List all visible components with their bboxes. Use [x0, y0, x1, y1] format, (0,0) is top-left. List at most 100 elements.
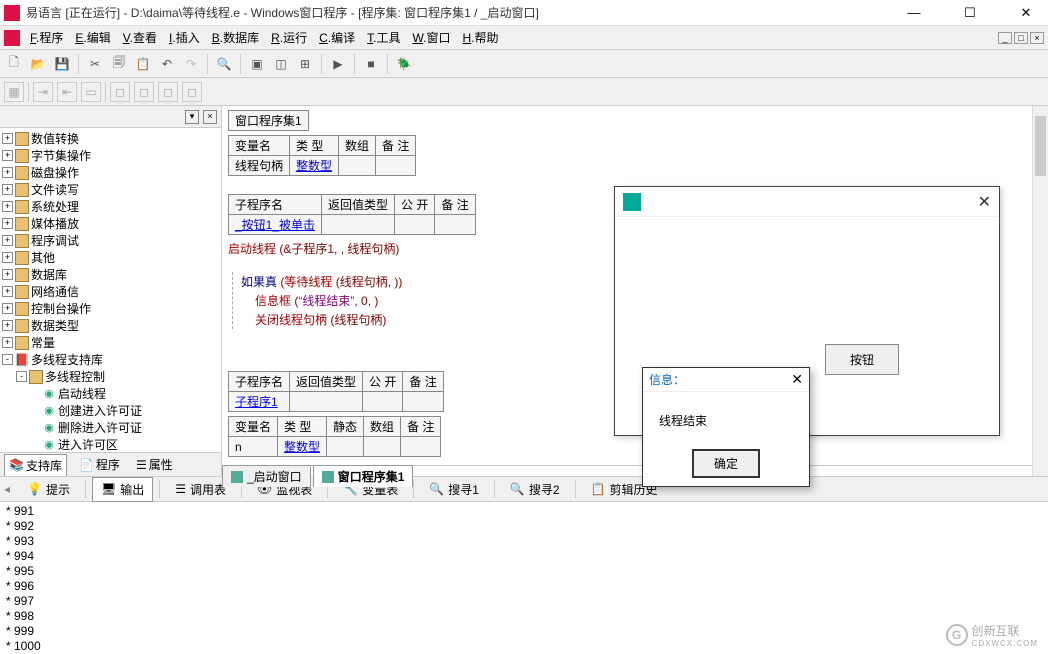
tool-d-icon[interactable]: ▭ — [81, 82, 101, 102]
tree-item-label[interactable]: 数据类型 — [31, 317, 79, 334]
menu-edit[interactable]: E.编辑 — [69, 27, 116, 48]
tool-e-icon[interactable]: ◻ — [110, 82, 130, 102]
mdi-controls[interactable]: _□× — [998, 32, 1044, 44]
expand-icon[interactable]: + — [2, 320, 13, 331]
folder-icon — [15, 336, 29, 350]
tree-item-label[interactable]: 常量 — [31, 334, 55, 351]
tree-item-label[interactable]: 数据库 — [31, 266, 67, 283]
runtime-icon — [623, 193, 641, 211]
undo-icon[interactable]: ↶ — [157, 54, 177, 74]
tree-item-label[interactable]: 数值转换 — [31, 130, 79, 147]
minimize-button[interactable]: — — [896, 5, 932, 21]
paste-icon[interactable]: 📋 — [133, 54, 153, 74]
expand-icon[interactable]: + — [2, 201, 13, 212]
test-button[interactable]: 按钮 — [825, 344, 899, 375]
tab-attributes[interactable]: ☰ 属性 — [132, 454, 177, 475]
expand-icon[interactable]: - — [2, 354, 13, 365]
tree-item-label[interactable]: 文件读写 — [31, 181, 79, 198]
tree-close-icon[interactable]: × — [203, 110, 217, 124]
tree-leaf-label[interactable]: 创建进入许可证 — [58, 402, 142, 419]
sub-link[interactable]: 子程序1 — [235, 395, 278, 409]
output-line: * 996 — [6, 579, 1042, 594]
app-icon — [4, 5, 20, 21]
tree-lib-root[interactable]: 多线程支持库 — [31, 351, 103, 368]
expand-icon[interactable]: + — [2, 337, 13, 348]
runtime-titlebar[interactable]: ✕ — [615, 187, 999, 217]
stop-icon[interactable]: ■ — [361, 54, 381, 74]
tree-item-label[interactable]: 网络通信 — [31, 283, 79, 300]
library-tree[interactable]: + 数值转换 + 字节集操作 + 磁盘操作 + 文件读写 + 系统处理 + 媒体播放 + 程序调试 + 其他 +… — [0, 128, 221, 452]
menu-insert[interactable]: I.插入 — [163, 27, 206, 48]
layout1-icon[interactable]: ▣ — [247, 54, 267, 74]
code-scrollbar[interactable] — [1032, 106, 1048, 476]
btab-tip[interactable]: 💡 提示 — [18, 477, 79, 502]
tool-a-icon[interactable]: ▦ — [4, 82, 24, 102]
tree-leaf-label[interactable]: 进入许可区 — [58, 436, 118, 452]
tree-item-label[interactable]: 媒体播放 — [31, 215, 79, 232]
tool-f-icon[interactable]: ◻ — [134, 82, 154, 102]
new-icon[interactable]: 🗋 — [4, 54, 24, 74]
expand-icon[interactable]: + — [2, 167, 13, 178]
menu-view[interactable]: V.查看 — [117, 27, 163, 48]
output-line: * 991 — [6, 504, 1042, 519]
watermark: G 创新互联 CDXWCX.COM — [946, 622, 1038, 648]
tree-item-label[interactable]: 系统处理 — [31, 198, 79, 215]
maximize-button[interactable]: ☐ — [952, 5, 988, 21]
menu-run[interactable]: R.运行 — [265, 27, 313, 48]
tab-support-lib[interactable]: 📚 支持库 — [4, 454, 67, 476]
menu-database[interactable]: B.数据库 — [206, 27, 265, 48]
expand-icon[interactable]: + — [2, 286, 13, 297]
tree-item-label[interactable]: 其他 — [31, 249, 55, 266]
cut-icon[interactable]: ✂ — [85, 54, 105, 74]
tree-lib-sub[interactable]: 多线程控制 — [45, 368, 105, 385]
menu-tools[interactable]: T.工具 — [361, 27, 406, 48]
arrow-left-icon[interactable]: ◂ — [4, 482, 10, 496]
tree-item-label[interactable]: 字节集操作 — [31, 147, 91, 164]
sub-link[interactable]: _按钮1_被单击 — [235, 218, 315, 232]
layout2-icon[interactable]: ◫ — [271, 54, 291, 74]
runtime-close-icon[interactable]: ✕ — [978, 192, 991, 212]
tree-item-label[interactable]: 磁盘操作 — [31, 164, 79, 181]
output-panel[interactable]: * 991* 992* 993* 994* 995* 996* 997* 998… — [0, 502, 1048, 654]
tree-item-label[interactable]: 控制台操作 — [31, 300, 91, 317]
expand-icon[interactable]: + — [2, 184, 13, 195]
tab-startup-window[interactable]: _启动窗口 — [222, 465, 311, 487]
tree-leaf-label[interactable]: 删除进入许可证 — [58, 419, 142, 436]
copy-icon[interactable]: 🗐 — [109, 54, 129, 74]
type-link[interactable]: 整数型 — [296, 159, 332, 173]
expand-icon[interactable]: + — [2, 252, 13, 263]
expand-icon[interactable]: + — [2, 303, 13, 314]
menu-compile[interactable]: C.编译 — [313, 27, 361, 48]
expand-icon[interactable]: + — [2, 218, 13, 229]
type-link[interactable]: 整数型 — [284, 440, 320, 454]
redo-icon[interactable]: ↷ — [181, 54, 201, 74]
tree-leaf-label[interactable]: 启动线程 — [58, 385, 106, 402]
btab-output[interactable]: 🖥 输出 — [92, 477, 153, 502]
debug-icon[interactable]: 🪲 — [394, 54, 414, 74]
find-icon[interactable]: 🔍 — [214, 54, 234, 74]
tab-program[interactable]: 📄 程序 — [75, 454, 124, 475]
close-button[interactable]: ✕ — [1008, 5, 1044, 21]
expand-icon[interactable]: + — [2, 235, 13, 246]
expand-icon[interactable]: + — [2, 150, 13, 161]
expand-icon[interactable]: - — [16, 371, 27, 382]
tool-b-icon[interactable]: ⇥ — [33, 82, 53, 102]
menu-window[interactable]: W.窗口 — [407, 27, 457, 48]
run-icon[interactable]: ▶ — [328, 54, 348, 74]
msgbox-close-icon[interactable]: ✕ — [791, 371, 803, 388]
tree-collapse-icon[interactable]: ▾ — [185, 110, 199, 124]
open-icon[interactable]: 📂 — [28, 54, 48, 74]
menu-help[interactable]: H.帮助 — [457, 27, 505, 48]
tool-h-icon[interactable]: ◻ — [182, 82, 202, 102]
tool-c-icon[interactable]: ⇤ — [57, 82, 77, 102]
msgbox-ok-button[interactable]: 确定 — [692, 449, 760, 478]
tab-program-set[interactable]: 窗口程序集1 — [313, 465, 414, 487]
layout3-icon[interactable]: ⊞ — [295, 54, 315, 74]
expand-icon[interactable]: + — [2, 133, 13, 144]
save-icon[interactable]: 💾 — [52, 54, 72, 74]
tree-item-label[interactable]: 程序调试 — [31, 232, 79, 249]
tool-g-icon[interactable]: ◻ — [158, 82, 178, 102]
expand-icon[interactable]: + — [2, 269, 13, 280]
menu-file[interactable]: F.程序 — [24, 27, 69, 48]
msgbox-titlebar[interactable]: 信息： ✕ — [643, 368, 809, 392]
